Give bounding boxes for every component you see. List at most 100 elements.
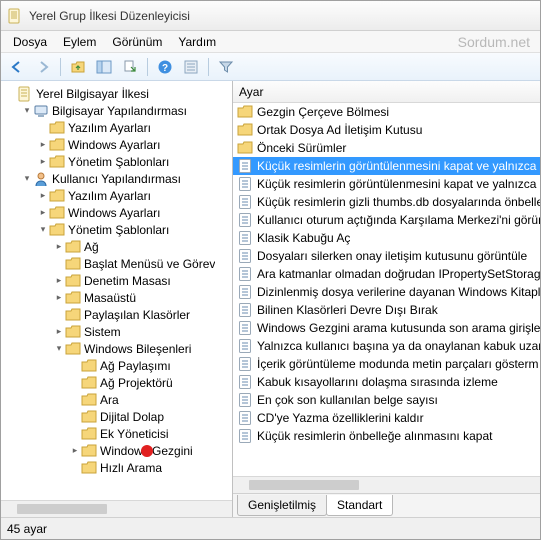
list-item[interactable]: Dosyaları silerken onay iletişim kutusun… <box>233 247 540 265</box>
properties-button[interactable] <box>179 56 203 78</box>
menu-action[interactable]: Eylem <box>55 33 104 51</box>
list-hscrollbar[interactable] <box>233 476 540 493</box>
folder-icon <box>237 122 253 138</box>
expand-icon[interactable]: ▸ <box>37 190 49 202</box>
list-item[interactable]: Ara katmanlar olmadan doğrudan IProperty… <box>233 265 540 283</box>
tree-item[interactable]: ▸Dijital Dolap <box>69 408 232 425</box>
tree-item[interactable]: ▸Yazılım Ayarları <box>37 187 232 204</box>
forward-button[interactable] <box>31 56 55 78</box>
list-item-label: Gezgin Çerçeve Bölmesi <box>257 105 389 119</box>
folder-icon <box>65 307 81 323</box>
policy-icon <box>237 320 253 336</box>
menu-file[interactable]: Dosya <box>5 33 55 51</box>
tree-root[interactable]: Yerel Bilgisayar İlkesi <box>5 85 232 102</box>
expand-icon[interactable]: ▸ <box>37 156 49 168</box>
list-item[interactable]: En çok son kullanılan belge sayısı <box>233 391 540 409</box>
tree-user-config[interactable]: ▾ Kullanıcı Yapılandırması <box>21 170 232 187</box>
list-item[interactable]: Kullanıcı oturum açtığında Karşılama Mer… <box>233 211 540 229</box>
policy-icon <box>237 284 253 300</box>
list-item[interactable]: CD'ye Yazma özelliklerini kaldır <box>233 409 540 427</box>
list-item[interactable]: Windows Gezgini arama kutusunda son aram… <box>233 319 540 337</box>
policy-icon <box>237 230 253 246</box>
policy-icon <box>237 212 253 228</box>
list-item[interactable]: Ortak Dosya Ad İletişim Kutusu <box>233 121 540 139</box>
tree-item[interactable]: ▸Ağ Paylaşımı <box>69 357 232 374</box>
tree-item[interactable]: ▸Ağ Projektörü <box>69 374 232 391</box>
collapse-icon[interactable]: ▾ <box>37 224 49 236</box>
help-button[interactable]: ? <box>153 56 177 78</box>
list-item[interactable]: Küçük resimlerin önbelleğe alınmasını ka… <box>233 427 540 445</box>
show-hide-tree-button[interactable] <box>92 56 116 78</box>
list-item[interactable]: Küçük resimlerin görüntülenmesini kapat … <box>233 157 540 175</box>
tree-hscrollbar[interactable] <box>1 500 232 517</box>
policy-icon <box>237 158 253 174</box>
tree-item[interactable]: ▸Windows Ayarları <box>37 204 232 221</box>
policy-tree[interactable]: Yerel Bilgisayar İlkesi ▾ Bilgisayar Yap… <box>1 81 232 500</box>
list-item[interactable]: Gezgin Çerçeve Bölmesi <box>233 103 540 121</box>
policy-icon <box>237 338 253 354</box>
toolbar: ? <box>1 53 540 81</box>
policy-icon <box>237 176 253 192</box>
list-item-label: Küçük resimlerin görüntülenmesini kapat … <box>257 177 540 191</box>
menu-help[interactable]: Yardım <box>170 33 224 51</box>
expand-icon[interactable]: ▸ <box>53 292 65 304</box>
folder-icon <box>81 392 97 408</box>
tab-extended[interactable]: Genişletilmiş <box>237 495 327 516</box>
menu-view[interactable]: Görünüm <box>104 33 170 51</box>
menubar: Dosya Eylem Görünüm Yardım Sordum.net <box>1 31 540 53</box>
details-pane: Ayar Gezgin Çerçeve Bölmesi Ortak Dosya A… <box>233 81 540 517</box>
folder-icon <box>81 375 97 391</box>
tree-item[interactable]: ▸Ek Yöneticisi <box>69 425 232 442</box>
policy-icon <box>237 248 253 264</box>
svg-text:?: ? <box>162 63 168 74</box>
list-item[interactable]: Kabuk kısayollarını dolaşma sırasında iz… <box>233 373 540 391</box>
tree-item[interactable]: ▸Denetim Masası <box>53 272 232 289</box>
tree-item[interactable]: ▸Masaüstü <box>53 289 232 306</box>
export-button[interactable] <box>118 56 142 78</box>
tree-item[interactable]: ▸Ağ <box>53 238 232 255</box>
tree-computer-config[interactable]: ▾ Bilgisayar Yapılandırması <box>21 102 232 119</box>
list-item-label: Küçük resimlerin görüntülenmesini kapat … <box>257 159 540 173</box>
tree-item[interactable]: ▸Windows Ayarları <box>37 136 232 153</box>
expand-icon[interactable]: ▸ <box>53 275 65 287</box>
policy-icon <box>237 374 253 390</box>
expand-icon[interactable]: ▸ <box>53 326 65 338</box>
list-item-label: Küçük resimlerin gizli thumbs.db dosyala… <box>257 195 540 209</box>
tree-item[interactable]: ▸Sistem <box>53 323 232 340</box>
list-item[interactable]: Küçük resimlerin gizli thumbs.db dosyala… <box>233 193 540 211</box>
list-column-header[interactable]: Ayar <box>233 81 540 103</box>
tree-item[interactable]: ▸Paylaşılan Klasörler <box>53 306 232 323</box>
tree-item[interactable]: ▸Ara <box>69 391 232 408</box>
list-item[interactable]: Küçük resimlerin görüntülenmesini kapat … <box>233 175 540 193</box>
list-item[interactable]: Önceki Sürümler <box>233 139 540 157</box>
collapse-icon[interactable]: ▾ <box>53 343 65 355</box>
tab-standard[interactable]: Standart <box>326 495 393 516</box>
folder-icon <box>65 341 81 357</box>
tree-item[interactable]: ▸Başlat Menüsü ve Görev <box>53 255 232 272</box>
expand-icon[interactable]: ▸ <box>53 241 65 253</box>
list-item[interactable]: Dizinlenmiş dosya verilerine dayanan Win… <box>233 283 540 301</box>
tree-admin-templates[interactable]: ▾Yönetim Şablonları <box>37 221 232 238</box>
collapse-icon[interactable]: ▾ <box>21 173 33 185</box>
tree-item[interactable]: ▸Hızlı Arama <box>69 459 232 476</box>
tree-item[interactable]: ▸Yazılım Ayarları <box>37 119 232 136</box>
list-item[interactable]: İçerik görüntüleme modunda metin parçala… <box>233 355 540 373</box>
expand-icon[interactable]: ▸ <box>69 445 81 457</box>
tree-item[interactable]: ▸Yönetim Şablonları <box>37 153 232 170</box>
expand-icon[interactable]: ▸ <box>37 207 49 219</box>
tree-windows-components[interactable]: ▾Windows Bileşenleri <box>53 340 232 357</box>
folder-icon <box>81 460 97 476</box>
policy-icon <box>237 356 253 372</box>
folder-icon <box>65 290 81 306</box>
list-item[interactable]: Klasik Kabuğu Aç <box>233 229 540 247</box>
settings-list[interactable]: Gezgin Çerçeve Bölmesi Ortak Dosya Ad İle… <box>233 103 540 476</box>
filter-button[interactable] <box>214 56 238 78</box>
collapse-icon[interactable]: ▾ <box>21 105 33 117</box>
list-item[interactable]: Yalnızca kullanıcı başına ya da onaylana… <box>233 337 540 355</box>
back-button[interactable] <box>5 56 29 78</box>
up-folder-button[interactable] <box>66 56 90 78</box>
list-item-label: Kabuk kısayollarını dolaşma sırasında iz… <box>257 375 498 389</box>
list-item[interactable]: Bilinen Klasörleri Devre Dışı Bırak <box>233 301 540 319</box>
list-item-label: Yalnızca kullanıcı başına ya da onaylana… <box>257 339 540 353</box>
expand-icon[interactable]: ▸ <box>37 139 49 151</box>
